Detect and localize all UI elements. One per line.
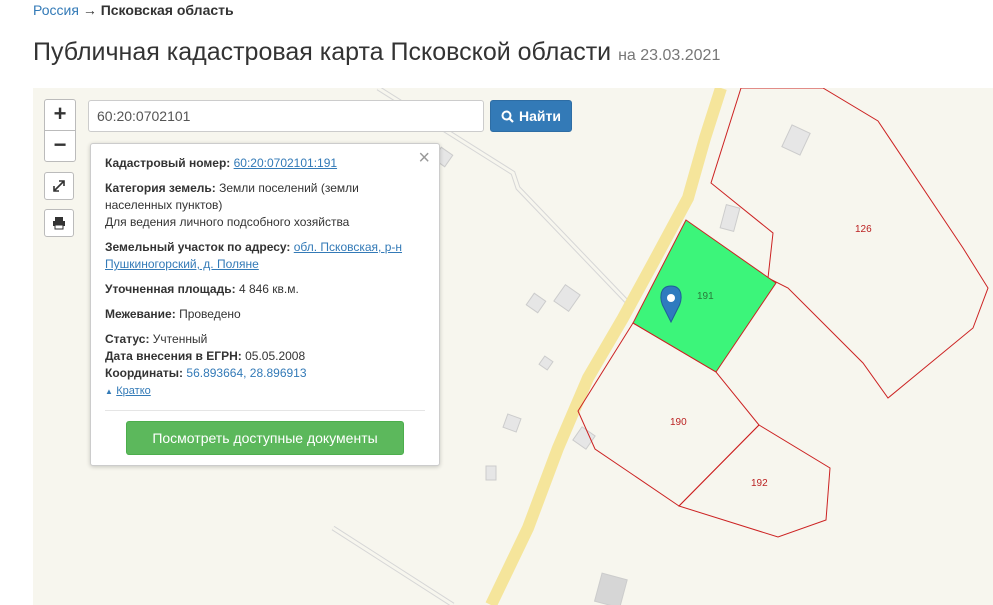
map-road-lower-inner <box>332 526 454 605</box>
address-label: Земельный участок по адресу: <box>105 240 291 254</box>
breadcrumb-current: Псковская область <box>100 2 234 18</box>
map-building <box>485 465 497 481</box>
land-category-row: Категория земель: Земли поселений (земли… <box>105 180 425 231</box>
parcel-label-192: 192 <box>751 478 768 489</box>
breadcrumb-root-link[interactable]: Россия <box>33 2 79 18</box>
survey-value: Проведено <box>179 307 241 321</box>
survey-label: Межевание: <box>105 307 176 321</box>
parcel-label-126: 126 <box>855 224 872 235</box>
area-label: Уточненная площадь: <box>105 282 236 296</box>
status-row: Статус: Учтенный <box>105 331 425 348</box>
breadcrumb-arrow: → <box>82 2 97 18</box>
fullscreen-button[interactable] <box>44 172 74 200</box>
close-icon[interactable]: × <box>418 148 430 168</box>
breadcrumb: Россия → Псковская область <box>33 2 234 18</box>
view-documents-button[interactable]: Посмотреть доступные документы <box>126 421 404 455</box>
brief-toggle[interactable]: ▲ Кратко <box>105 382 425 400</box>
parcel-126-outline <box>710 88 989 399</box>
status-value: Учтенный <box>152 332 208 346</box>
land-category-label: Категория земель: <box>105 181 216 195</box>
popup-divider <box>105 410 425 411</box>
page-title-text: Публичная кадастровая карта Псковской об… <box>33 38 612 66</box>
print-icon <box>53 217 65 230</box>
brief-link[interactable]: Кратко <box>116 385 151 397</box>
print-button[interactable] <box>44 209 74 237</box>
cadastral-map[interactable]: 191 126 190 192 + − Найти × Кадастровый … <box>33 88 993 605</box>
cadastral-number-label: Кадастровый номер: <box>105 156 231 170</box>
cadastral-number-row: Кадастровый номер: 60:20:0702101:191 <box>105 155 425 172</box>
parcel-label-191: 191 <box>697 291 714 302</box>
zoom-out-button[interactable]: − <box>45 130 75 161</box>
coordinates-value[interactable]: 56.893664, 28.896913 <box>186 366 306 380</box>
status-label: Статус: <box>105 332 150 346</box>
map-building <box>593 572 628 605</box>
map-building <box>525 292 547 314</box>
area-row: Уточненная площадь: 4 846 кв.м. <box>105 281 425 298</box>
survey-row: Межевание: Проведено <box>105 306 425 323</box>
area-value: 4 846 кв.м. <box>238 282 299 296</box>
parcel-label-190: 190 <box>670 417 687 428</box>
zoom-in-button[interactable]: + <box>45 100 75 130</box>
map-building <box>781 124 811 156</box>
cadastral-number-link[interactable]: 60:20:0702101:191 <box>234 156 337 170</box>
map-building <box>538 355 554 371</box>
page-title: Публичная кадастровая карта Псковской об… <box>33 38 720 67</box>
map-building <box>572 426 596 450</box>
parcel-info-popup: × Кадастровый номер: 60:20:0702101:191 К… <box>90 143 440 466</box>
map-building <box>553 283 581 313</box>
land-use-value: Для ведения личного подсобного хозяйства <box>105 215 350 229</box>
search-icon <box>501 110 514 123</box>
egrn-date-value: 05.05.2008 <box>245 349 306 363</box>
page-title-date: на 23.03.2021 <box>618 47 721 64</box>
map-building <box>502 413 522 433</box>
expand-icon <box>53 180 65 192</box>
address-row: Земельный участок по адресу: обл. Псковс… <box>105 239 425 273</box>
cadastral-search-input[interactable] <box>88 100 484 132</box>
coordinates-label: Координаты: <box>105 366 184 380</box>
caret-up-icon: ▲ <box>105 387 113 396</box>
find-button[interactable]: Найти <box>490 100 572 132</box>
coordinates-row: Координаты: 56.893664, 28.896913 <box>105 365 425 382</box>
egrn-date-row: Дата внесения в ЕГРН: 05.05.2008 <box>105 348 425 365</box>
zoom-control: + − <box>44 99 76 162</box>
egrn-date-label: Дата внесения в ЕГРН: <box>105 349 242 363</box>
find-button-label: Найти <box>519 108 561 124</box>
map-building <box>719 203 741 233</box>
